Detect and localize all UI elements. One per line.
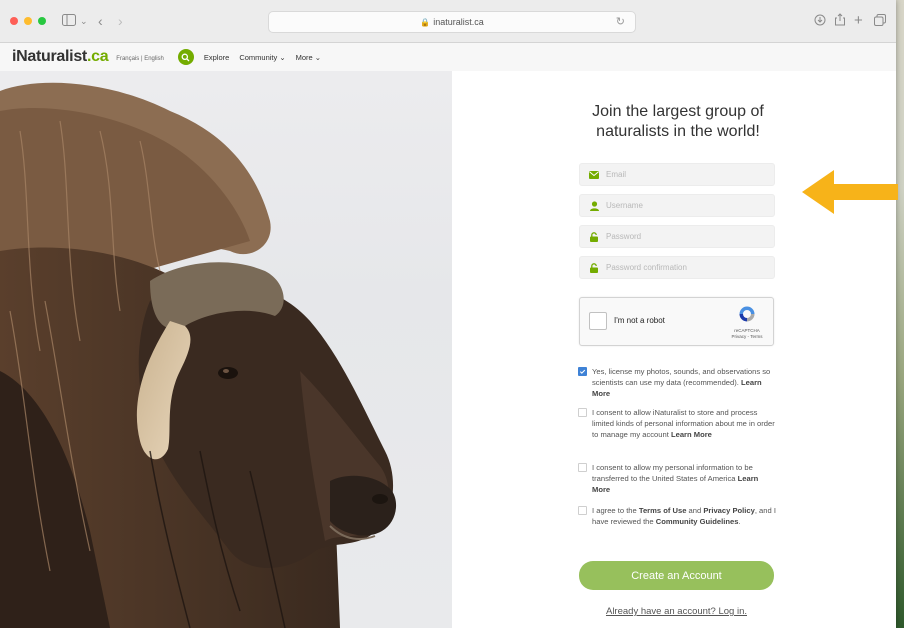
lock-icon: [589, 231, 599, 242]
recaptcha-icon: [739, 306, 755, 322]
password-input[interactable]: [606, 232, 756, 241]
sidebar-icon[interactable]: [62, 12, 76, 30]
terms-checkbox[interactable]: [578, 506, 587, 515]
site-navbar: iNaturalist.ca Français | English Explor…: [0, 43, 896, 72]
back-icon[interactable]: ‹: [98, 12, 103, 30]
close-window-button[interactable]: [10, 17, 18, 25]
new-tab-icon[interactable]: +: [854, 12, 863, 30]
signup-panel: Join the largest group of naturalists in…: [452, 71, 896, 628]
share-icon[interactable]: [834, 12, 846, 30]
recaptcha-widget: I'm not a robot reCAPTCHA Privacy - Term…: [579, 297, 774, 346]
username-input[interactable]: [606, 201, 756, 210]
signup-heading: Join the largest group of naturalists in…: [592, 103, 764, 140]
consent-terms: I agree to the Terms of Use and Privacy …: [578, 505, 776, 527]
email-input[interactable]: [606, 170, 756, 179]
consent-license: Yes, license my photos, sounds, and obse…: [578, 366, 776, 399]
email-field[interactable]: [579, 163, 775, 186]
community-guidelines-link[interactable]: Community Guidelines: [656, 517, 739, 526]
nav-more[interactable]: More ⌄: [296, 53, 321, 62]
privacy-policy-link[interactable]: Privacy Policy: [703, 506, 755, 515]
reload-icon[interactable]: ↻: [616, 12, 625, 32]
recaptcha-checkbox[interactable]: [589, 312, 607, 330]
recaptcha-label: I'm not a robot: [614, 316, 665, 325]
recaptcha-logo: reCAPTCHA Privacy - Terms: [727, 305, 767, 340]
hero-image: [0, 71, 452, 628]
url-text: inaturalist.ca: [433, 17, 484, 27]
musk-ox-illustration: [0, 82, 397, 628]
create-account-button[interactable]: Create an Account: [579, 561, 774, 590]
license-checkbox[interactable]: [578, 367, 587, 376]
window-controls: [10, 17, 46, 25]
terms-text: .: [738, 517, 741, 526]
language-switcher[interactable]: Français | English: [116, 56, 164, 62]
terms-text: and: [686, 506, 704, 515]
search-button[interactable]: [177, 49, 194, 65]
terms-of-use-link[interactable]: Terms of Use: [639, 506, 687, 515]
search-icon: [181, 53, 190, 61]
recaptcha-privacy-terms[interactable]: Privacy - Terms: [727, 334, 767, 340]
consent-personal-info: I consent to allow iNaturalist to store …: [578, 407, 776, 440]
site-logo[interactable]: iNaturalist.ca: [12, 48, 109, 66]
login-link[interactable]: Already have an account? Log in.: [579, 606, 774, 617]
learn-more-link[interactable]: Learn More: [671, 430, 712, 439]
browser-toolbar: ⌄ ‹ › 🔒 inaturalist.ca ↻ +: [0, 0, 896, 43]
lock-icon: 🔒: [420, 18, 431, 27]
consent-data-transfer: I consent to allow my personal informati…: [578, 462, 776, 495]
user-icon: [589, 200, 599, 211]
tab-overview-icon[interactable]: [874, 12, 886, 30]
lock-icon: [589, 262, 599, 273]
password-confirmation-input[interactable]: [606, 263, 756, 272]
chevron-down-icon[interactable]: ⌄: [80, 12, 88, 30]
annotation-arrow-icon: [802, 170, 898, 214]
terms-text: I agree to the: [592, 506, 639, 515]
minimize-window-button[interactable]: [24, 17, 32, 25]
nav-explore[interactable]: Explore: [204, 53, 229, 62]
data-transfer-checkbox[interactable]: [578, 463, 587, 472]
username-field[interactable]: [579, 194, 775, 217]
browser-window: ⌄ ‹ › 🔒 inaturalist.ca ↻ + iNaturalist.ca…: [0, 0, 896, 628]
password-field[interactable]: [579, 225, 775, 248]
password-confirmation-field[interactable]: [579, 256, 775, 279]
address-bar[interactable]: 🔒 inaturalist.ca ↻: [268, 11, 636, 33]
forward-icon[interactable]: ›: [118, 12, 123, 30]
consent-text: I consent to allow my personal informati…: [592, 463, 753, 483]
download-icon[interactable]: [814, 12, 826, 30]
personal-info-checkbox[interactable]: [578, 408, 587, 417]
zoom-window-button[interactable]: [38, 17, 46, 25]
envelope-icon: [589, 170, 599, 180]
nav-community[interactable]: Community ⌄: [239, 53, 285, 62]
